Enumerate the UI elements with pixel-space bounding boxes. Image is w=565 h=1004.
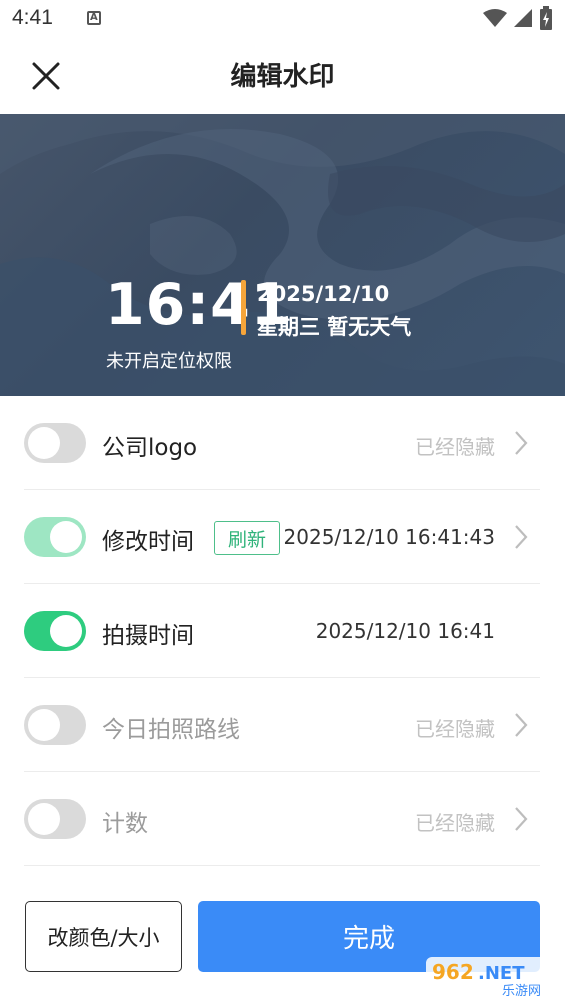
setting-value: 2025/12/10 16:41 bbox=[315, 619, 495, 643]
watermark-weekday-weather: 星期三 暂无天气 bbox=[257, 315, 412, 339]
setting-value: 已经隐藏 bbox=[415, 435, 495, 459]
chevron-right-icon[interactable] bbox=[514, 430, 528, 456]
notification-icon: A bbox=[86, 11, 101, 25]
page-title: 编辑水印 bbox=[230, 62, 335, 92]
toggle-knob bbox=[50, 615, 82, 647]
chevron-right-icon[interactable] bbox=[514, 712, 528, 738]
chevron-right-icon[interactable] bbox=[514, 806, 528, 832]
setting-value: 2025/12/10 16:41:43 bbox=[283, 525, 495, 549]
refresh-button[interactable]: 刷新 bbox=[214, 521, 280, 555]
status-bar: 4:41 A bbox=[0, 0, 565, 36]
toggle-knob bbox=[28, 427, 60, 459]
preview-background bbox=[0, 114, 565, 396]
setting-value: 已经隐藏 bbox=[415, 717, 495, 741]
toggle-knob bbox=[28, 709, 60, 741]
setting-label: 今日拍照路线 bbox=[102, 717, 240, 743]
wifi-icon bbox=[483, 9, 507, 27]
setting-label: 计数 bbox=[102, 811, 148, 837]
capture-time-toggle[interactable] bbox=[24, 611, 86, 651]
setting-row-capture-time: 拍摄时间 2025/12/10 16:41 bbox=[24, 584, 540, 678]
svg-text:.NET: .NET bbox=[478, 963, 525, 984]
change-color-size-button[interactable]: 改颜色/大小 bbox=[25, 901, 182, 972]
company-logo-toggle[interactable] bbox=[24, 423, 86, 463]
setting-label: 公司logo bbox=[102, 435, 198, 461]
site-watermark-logo: 962 .NET 乐游网 bbox=[426, 957, 560, 999]
today-route-toggle[interactable] bbox=[24, 705, 86, 745]
status-icons bbox=[483, 6, 553, 30]
watermark-accent-bar bbox=[241, 280, 246, 335]
edit-time-toggle[interactable] bbox=[24, 517, 86, 557]
top-bar: 编辑水印 bbox=[0, 36, 565, 114]
setting-label: 修改时间 bbox=[102, 529, 194, 555]
count-toggle[interactable] bbox=[24, 799, 86, 839]
watermark-preview bbox=[0, 114, 565, 396]
toggle-knob bbox=[50, 521, 82, 553]
battery-icon bbox=[540, 6, 552, 30]
setting-row-company-logo: 公司logo 已经隐藏 bbox=[24, 396, 540, 490]
svg-text:乐游网: 乐游网 bbox=[502, 984, 541, 999]
svg-text:962: 962 bbox=[432, 960, 474, 984]
chevron-right-icon[interactable] bbox=[514, 524, 528, 550]
watermark-location: 未开启定位权限 bbox=[106, 351, 232, 372]
watermark-date: 2025/12/10 bbox=[257, 282, 390, 306]
setting-row-count: 计数 已经隐藏 bbox=[24, 772, 540, 866]
setting-row-edit-time: 修改时间 刷新 2025/12/10 16:41:43 bbox=[24, 490, 540, 584]
toggle-knob bbox=[28, 803, 60, 835]
status-time: 4:41 bbox=[12, 6, 53, 29]
signal-icon bbox=[514, 9, 532, 27]
setting-row-today-route: 今日拍照路线 已经隐藏 bbox=[24, 678, 540, 772]
setting-value: 已经隐藏 bbox=[415, 811, 495, 835]
setting-label: 拍摄时间 bbox=[102, 623, 194, 649]
